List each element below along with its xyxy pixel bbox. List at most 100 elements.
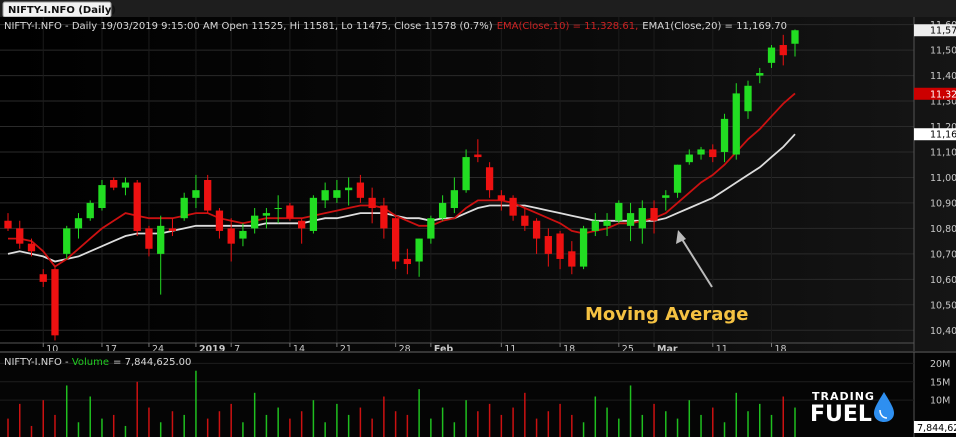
volume-tick-label: 20M	[930, 359, 950, 370]
candle-body	[709, 149, 717, 158]
volume-header: NIFTY-I.NFO - Volume = 7,844,625.00	[4, 357, 191, 368]
candle-body	[791, 30, 799, 44]
candle-body	[744, 85, 752, 112]
candle-body	[86, 202, 94, 219]
candle-body	[309, 197, 318, 231]
candle-body	[767, 47, 776, 63]
candle-body	[415, 238, 423, 262]
candle-body	[603, 220, 611, 226]
candle-body	[333, 190, 341, 198]
moving-average-annotation: Moving Average	[585, 304, 749, 325]
candle-body	[4, 220, 12, 229]
candle-body	[51, 269, 59, 336]
volume-tick-label: 15M	[930, 377, 950, 388]
candle-body	[192, 190, 200, 198]
candle	[204, 174, 212, 214]
candle-body	[485, 167, 494, 191]
candle	[133, 180, 141, 237]
chart-window: NIFTY-I.NFO (Daily) NIFTY-I.NFO - Daily …	[0, 0, 956, 437]
candle-body	[532, 220, 541, 239]
candle-body	[497, 195, 505, 201]
ema20-price-label: 11,169.7	[930, 130, 956, 141]
candle-body	[462, 157, 470, 191]
candle-body	[168, 228, 177, 231]
y-tick-label: 10,900	[930, 198, 956, 209]
candle	[732, 83, 740, 160]
candle-body	[110, 180, 118, 188]
candle-body	[286, 205, 294, 219]
y-tick-label: 10,600	[930, 275, 956, 286]
symbol-tab-label: NIFTY-I.NFO (Daily)	[8, 5, 116, 16]
volume-value-label: 7,844,62	[917, 423, 956, 434]
candle-body	[321, 190, 329, 201]
y-tick-label: 10,400	[930, 326, 956, 337]
candle-body	[650, 208, 658, 221]
tab-bar	[0, 0, 956, 17]
candle-body	[239, 230, 247, 239]
price-header: NIFTY-I.NFO - Daily 19/03/2019 9:15:00 A…	[4, 21, 787, 32]
candle-body	[133, 182, 141, 231]
candle-body	[227, 228, 235, 244]
candle-body	[638, 208, 646, 229]
candle-body	[662, 195, 670, 198]
candle-body	[568, 251, 576, 267]
ema10-price-label: 11,328.6	[930, 89, 956, 100]
candle-body	[121, 182, 130, 188]
candle-body	[274, 208, 282, 210]
candle	[286, 202, 294, 221]
y-tick-label: 11,400	[930, 71, 956, 82]
candle-body	[615, 202, 623, 221]
candle-body	[556, 233, 564, 259]
y-tick-label: 11,000	[930, 173, 956, 184]
candle-body	[98, 185, 106, 209]
candle-body	[626, 213, 635, 226]
candle-body	[39, 274, 47, 282]
candle-body	[298, 220, 306, 229]
candle-body	[403, 258, 412, 265]
candle-body	[215, 210, 224, 231]
candle-body	[204, 180, 212, 211]
candle	[309, 195, 318, 234]
candle-body	[380, 205, 388, 229]
candle-body	[180, 197, 188, 219]
candle-body	[756, 73, 764, 76]
candle-body	[450, 190, 458, 209]
candle-body	[391, 218, 400, 262]
candle	[615, 200, 623, 224]
close-price-label: 11,578	[930, 26, 956, 37]
y-tick-label: 10,800	[930, 224, 956, 235]
candle	[391, 215, 400, 270]
y-tick-label: 11,100	[930, 147, 956, 158]
candle-body	[591, 220, 599, 231]
candle-body	[579, 228, 588, 267]
candle-body	[345, 187, 353, 191]
y-tick-label: 10,500	[930, 300, 956, 311]
candle-body	[732, 93, 740, 155]
brand-line2: FUEL	[810, 402, 872, 427]
candle-body	[779, 45, 787, 56]
candle-body	[157, 225, 165, 254]
candle-body	[673, 164, 682, 193]
candle-body	[368, 197, 376, 209]
candle-body	[697, 149, 705, 155]
candle	[51, 266, 59, 341]
candle-body	[720, 118, 729, 152]
candle-body	[63, 228, 71, 254]
candle-body	[74, 218, 83, 229]
y-tick-label: 10,700	[930, 249, 956, 260]
candle-body	[685, 154, 693, 163]
stock-chart[interactable]: NIFTY-I.NFO (Daily) NIFTY-I.NFO - Daily …	[0, 0, 956, 437]
candle-body	[474, 154, 482, 158]
candle-body	[356, 182, 365, 198]
volume-tick-label: 10M	[930, 396, 950, 407]
candle-body	[27, 243, 36, 252]
y-tick-label: 11,500	[930, 46, 956, 57]
volume-axis: 20M 15M 10M	[930, 359, 950, 407]
candle-body	[544, 236, 552, 254]
candle-body	[521, 215, 529, 226]
candle-body	[438, 202, 447, 219]
candle-body	[145, 228, 153, 249]
candle	[86, 200, 94, 221]
candle-body	[509, 197, 517, 216]
candle-body	[251, 215, 259, 229]
